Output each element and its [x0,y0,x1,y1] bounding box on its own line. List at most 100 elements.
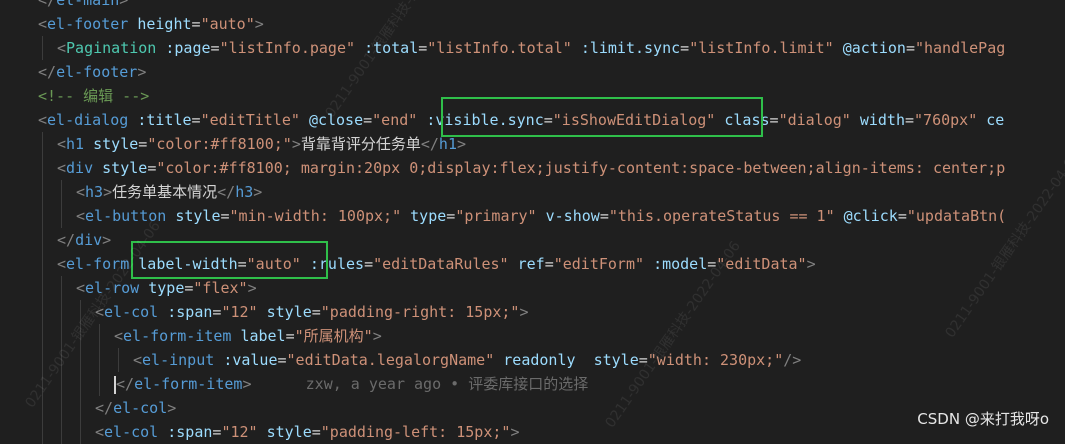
code-line[interactable]: <el-col :span="12" style="padding-left: … [95,420,519,444]
code-token: :limit.sync [580,39,681,57]
code-token: > [137,63,147,81]
code-token: > [102,231,112,249]
code-token: > [806,255,816,273]
code-token: > [456,135,467,153]
code-line[interactable]: <el-input :value="editData.legalorgName"… [133,348,801,372]
code-token: "updataBtn( [906,207,1007,225]
label-width-highlight-box [131,241,328,279]
code-token: "this.operateStatus == 1" [608,207,835,225]
code-token: < [57,135,67,153]
code-token: style [266,423,312,441]
code-token: el-footer [56,63,138,81]
code-token: ref [517,255,545,273]
indent-guide [118,348,119,372]
code-token: el-form-item [123,327,232,345]
code-token: el-dialog [47,111,129,129]
code-token: el-footer [47,15,129,33]
code-token: > [167,399,177,417]
indent-guide [42,276,43,300]
indent-guide [42,420,43,444]
code-token: "editDataRules" [373,255,509,273]
code-token: "primary" [455,207,537,225]
code-token: < [76,183,86,201]
code-line[interactable]: <h1 style="color:#ff8100;">背靠背评分任务单</h1> [57,132,466,156]
code-token: "12" [221,303,258,321]
code-token: = [191,111,201,129]
code-token: = [680,39,690,57]
indent-guide [61,180,62,204]
code-line[interactable]: <!-- 编辑 --> [38,84,149,108]
code-line[interactable]: </el-col> [95,396,176,420]
code-line[interactable]: <el-col :span="12" style="padding-right:… [95,300,529,324]
code-token: el-col [104,423,159,441]
indent-guide [42,180,43,204]
code-token: = [446,207,456,225]
code-editor[interactable]: </el-main> <el-footer height="auto"> < Pagi… [0,0,1065,444]
code-line[interactable]: <el-footer height="auto"> [38,12,264,36]
code-token: :span [167,303,213,321]
code-token: > [253,183,263,201]
code-token: style [593,351,639,369]
code-token: = [363,111,373,129]
code-token: > [372,327,382,345]
indent-guide [42,36,43,60]
code-line[interactable]: <el-button style="min-width: 100px;" typ… [76,204,1006,228]
code-token: </ [57,231,76,249]
code-token: "760px" [914,111,978,129]
code-token: Pagination [66,39,157,57]
code-token: "listInfo.limit" [689,39,834,57]
code-token: style [93,135,139,153]
code-token: = [905,39,915,57]
code-token: = [544,255,554,273]
code-token: = [285,327,295,345]
code-line[interactable]: </el-footer> [38,60,146,84]
code-line[interactable]: </div> [57,228,111,252]
code-token: /> [783,351,802,369]
code-token: "auto" [200,15,255,33]
code-token: <!-- 编辑 --> [38,87,150,105]
code-token: style [175,207,221,225]
indent-guide [42,252,43,276]
code-token: = [897,207,907,225]
code-token: div [66,159,94,177]
indent-guide [80,396,81,420]
code-token: h3 [235,183,254,201]
code-token: "handlePag [914,39,1006,57]
code-token: = [220,207,230,225]
code-line[interactable]: <el-form-item label="所属机构"> [114,324,382,348]
code-line[interactable]: <Pagination :page="listInfo.page" :total… [57,36,1005,60]
code-token: = [599,207,609,225]
code-token: < [76,279,86,297]
code-token: < [57,255,67,273]
code-token: = [311,303,321,321]
code-token: style [266,303,312,321]
indent-guide [42,204,43,228]
code-token: = [147,159,157,177]
code-token: < [114,327,124,345]
code-token: :title [137,111,192,129]
code-token: el-input [142,351,215,369]
code-line[interactable]: <h3>任务单基本情况</h3> [76,180,262,204]
code-token: </ [217,183,236,201]
code-line[interactable]: </el-form-item> zxw, a year ago • 评委库接口的… [114,372,588,396]
indent-guide [42,228,43,252]
code-token: "color:#ff8100;" [147,135,292,153]
indent-guide [42,156,43,180]
code-token: < [38,111,48,129]
code-line[interactable]: <div style="color:#ff8100; margin:20px 0… [57,156,1005,180]
code-token: :page [165,39,211,57]
code-token: @click [843,207,898,225]
code-line[interactable]: </el-main> [38,0,128,12]
